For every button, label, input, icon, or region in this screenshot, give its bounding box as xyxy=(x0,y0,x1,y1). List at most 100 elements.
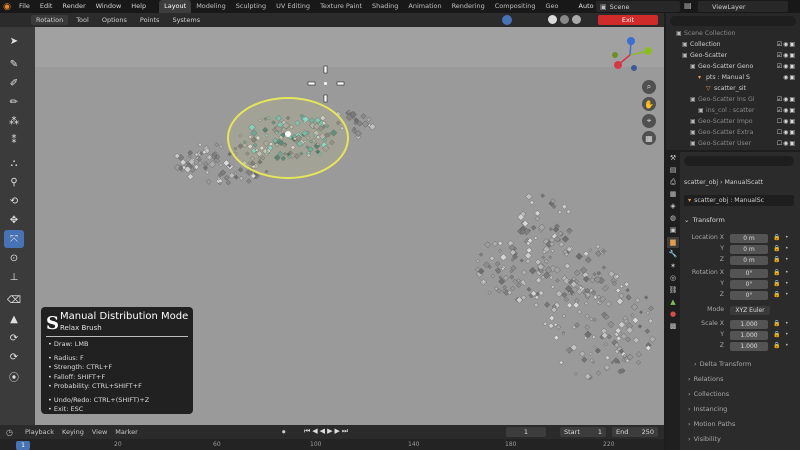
eyedropper-icon[interactable]: ⚲ xyxy=(4,173,24,191)
menu-file[interactable]: File xyxy=(14,0,35,13)
outliner-row[interactable]: ▣ Collection ☑◉▣ xyxy=(666,39,800,50)
lock-icon[interactable]: 🔒 xyxy=(773,256,780,263)
keyframe-dot-icon[interactable]: • xyxy=(785,342,789,349)
menu-render[interactable]: Render xyxy=(57,0,90,13)
dot-brush-icon[interactable]: ✎ xyxy=(4,55,24,73)
rotation-x-field[interactable]: 0° xyxy=(730,269,768,278)
visibility-icons[interactable]: ☑◉▣ xyxy=(777,63,796,70)
tab-texture-paint[interactable]: Texture Paint xyxy=(315,0,367,13)
menu-window[interactable]: Window xyxy=(91,0,127,13)
shading-solid-icon[interactable] xyxy=(548,15,557,24)
transform-panel-header[interactable]: ⌄ Transform xyxy=(684,214,798,225)
view-layer-tab-icon[interactable]: ▦ xyxy=(667,189,679,200)
mode-dropdown[interactable]: Rotation xyxy=(31,15,69,25)
lock-icon[interactable]: 🔒 xyxy=(773,234,780,241)
camera-icon[interactable]: ⌖ xyxy=(642,114,656,128)
outliner-row[interactable]: ▣ Geo-Scatter Geno ☑◉▣ xyxy=(666,61,800,72)
menu-edit[interactable]: Edit xyxy=(35,0,58,13)
visibility-icons[interactable]: ☑◉▣ xyxy=(777,41,796,48)
visibility-icons[interactable]: ☐◉▣ xyxy=(777,118,796,125)
visibility-icons[interactable]: ☐◉▣ xyxy=(777,129,796,136)
tab-geo[interactable]: Geo xyxy=(541,0,564,13)
instancing-header[interactable]: › Instancing xyxy=(688,403,800,414)
world-tab-icon[interactable]: ◍ xyxy=(667,213,679,224)
keyframe-dot-icon[interactable]: • xyxy=(785,256,789,263)
rotation-mode-dropdown[interactable]: XYZ Euler xyxy=(730,306,770,315)
scale-y-field[interactable]: 1.000 xyxy=(730,331,768,340)
lock-icon[interactable]: 🔒 xyxy=(773,280,780,287)
pan-hand-icon[interactable]: ✋ xyxy=(642,97,656,111)
systems-menu[interactable]: Systems xyxy=(167,15,205,25)
location-x-field[interactable]: 0 m xyxy=(730,234,768,243)
output-tab-icon[interactable]: ⎙ xyxy=(667,177,679,188)
delta-transform-header[interactable]: › Delta Transform xyxy=(694,358,800,369)
spatter-brush-icon[interactable]: ⁑ xyxy=(4,131,24,149)
tab-rendering[interactable]: Rendering xyxy=(447,0,490,13)
scale-x-field[interactable]: 1.000 xyxy=(730,320,768,329)
axis-gizmo-icon[interactable] xyxy=(604,35,656,75)
timeline-ruler[interactable]: 20 40 60 100 140 180 220 xyxy=(0,439,664,450)
keyframe-dot-icon[interactable]: • xyxy=(785,291,789,298)
tab-modeling[interactable]: Modeling xyxy=(191,0,231,13)
visibility-icons[interactable]: ☐◉▣ xyxy=(777,140,796,147)
rotation-z-field[interactable]: 0° xyxy=(730,291,768,300)
options-menu[interactable]: Options xyxy=(97,15,132,25)
outliner-row[interactable]: ▾ pts : Manual S ◉▣ xyxy=(666,72,800,83)
random-rotation-icon[interactable]: ⟳ xyxy=(4,348,24,366)
random-brush-icon[interactable]: ⁂ xyxy=(4,112,24,130)
visibility-icons[interactable]: ☑◉▣ xyxy=(777,107,796,114)
motion-paths-header[interactable]: › Motion Paths xyxy=(688,418,800,429)
tab-animation[interactable]: Animation xyxy=(403,0,446,13)
lock-icon[interactable]: 🔒 xyxy=(773,320,780,327)
eraser-icon[interactable]: ⌫ xyxy=(4,291,24,309)
lock-icon[interactable]: 🔒 xyxy=(773,331,780,338)
timeline-editor-icon[interactable]: ◷ xyxy=(6,428,13,437)
outliner-row[interactable]: ▣ Geo-Scatter Extra ☐◉▣ xyxy=(666,127,800,138)
blender-logo-icon[interactable]: ◉ xyxy=(0,0,14,13)
end-frame-field[interactable]: End 250 xyxy=(612,427,658,437)
keyframe-dot-icon[interactable]: • xyxy=(785,320,789,327)
keyframe-dot-icon[interactable]: • xyxy=(785,269,789,276)
properties-search-input[interactable] xyxy=(684,156,794,166)
shading-rendered-icon[interactable] xyxy=(572,15,581,24)
outliner-row[interactable]: ▣ Geo-Scatter Ins Gi ☑◉▣ xyxy=(666,94,800,105)
tab-compositing[interactable]: Compositing xyxy=(490,0,541,13)
collections-header[interactable]: › Collections xyxy=(688,388,800,399)
rotate-brush-icon[interactable]: ⟲ xyxy=(4,192,24,210)
outliner-row[interactable]: ▣ Scene Collection xyxy=(666,28,800,39)
tab-sculpting[interactable]: Sculpting xyxy=(231,0,271,13)
keyframe-dot-icon[interactable]: • xyxy=(785,280,789,287)
start-frame-field[interactable]: Start 1 xyxy=(560,427,606,437)
zoom-icon[interactable]: ⌕ xyxy=(642,80,656,94)
tab-layout[interactable]: Layout xyxy=(159,0,192,13)
rotation-settings-icon[interactable]: ⟳ xyxy=(4,329,24,347)
keyframe-dot-icon[interactable]: • xyxy=(785,234,789,241)
lock-icon[interactable]: 🔒 xyxy=(773,245,780,252)
scene-tab-icon[interactable]: ◈ xyxy=(667,201,679,212)
lock-icon[interactable]: 🔒 xyxy=(773,291,780,298)
current-frame-field[interactable]: 1 xyxy=(506,427,546,437)
outliner-row[interactable]: ▣ Geo-Scatter User ☐◉▣ xyxy=(666,138,800,149)
lock-icon[interactable]: 🔒 xyxy=(773,269,780,276)
visibility-icons[interactable]: ☑◉▣ xyxy=(777,52,796,59)
keyframe-dot-icon[interactable]: • xyxy=(785,245,789,252)
keying-menu[interactable]: Keying xyxy=(58,428,88,436)
playback-menu[interactable]: Playback xyxy=(21,428,58,436)
outliner-row[interactable]: ▽ scatter_sit xyxy=(666,83,800,94)
outliner-search-input[interactable] xyxy=(670,16,796,26)
scale-z-field[interactable]: 1.000 xyxy=(730,342,768,351)
move-brush-icon[interactable]: ⛬ xyxy=(4,154,24,172)
view-menu[interactable]: View xyxy=(88,428,111,436)
select-cursor-icon[interactable]: ➤ xyxy=(4,32,24,50)
outliner-row[interactable]: ▣ Geo-Scatter ☑◉▣ xyxy=(666,50,800,61)
spray-brush-icon[interactable]: ✐ xyxy=(4,74,24,92)
location-y-field[interactable]: 0 m xyxy=(730,245,768,254)
visibility-icons[interactable]: ◉▣ xyxy=(783,74,796,81)
menu-help[interactable]: Help xyxy=(126,0,151,13)
relations-header[interactable]: › Relations xyxy=(688,373,800,384)
object-name-field[interactable]: ▾ scatter_obj : ManualSc xyxy=(684,195,794,206)
grid-toggle-icon[interactable]: ▦ xyxy=(642,131,656,145)
align-normal-icon[interactable]: ⦿ xyxy=(4,367,24,385)
points-menu[interactable]: Points xyxy=(135,15,165,25)
drop-brush-icon[interactable]: ⊙ xyxy=(4,249,24,267)
